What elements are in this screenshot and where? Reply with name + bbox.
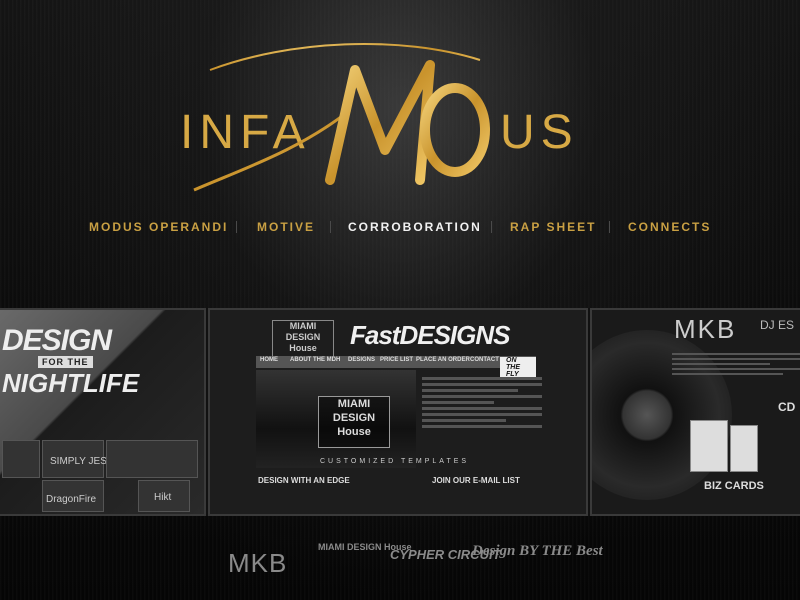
panel-title-line1: DESIGN xyxy=(2,324,112,357)
section-heading-right: JOIN OUR E-MAIL LIST xyxy=(432,476,520,485)
text-block xyxy=(672,350,800,378)
section-heading-left: DESIGN WITH AN EDGE xyxy=(258,476,350,485)
nav-separator xyxy=(491,221,492,233)
client-logo-mkb[interactable]: MKB xyxy=(228,548,287,579)
panel-title-tag: FOR THE xyxy=(38,356,93,368)
thumbnail xyxy=(106,440,198,478)
tile-label: DragonFire xyxy=(46,494,97,505)
nav-item-motive[interactable]: MOTIVE xyxy=(257,220,315,234)
hero-logo: MIAMI DESIGN House xyxy=(318,396,390,448)
nav-item-rap-sheet[interactable]: RAP SHEET xyxy=(510,220,596,234)
portfolio-item-fast-designs[interactable]: MIAMI DESIGN House FastDESIGNS HOME ABOU… xyxy=(208,308,588,516)
site-menu-item: DESIGNS xyxy=(348,357,376,363)
nav-item-modus-operandi[interactable]: MODUS OPERANDI xyxy=(89,220,228,234)
card-thumbnail xyxy=(730,425,758,472)
cd-label: CD xyxy=(778,400,796,414)
portfolio-item-nightlife[interactable]: DESIGN FOR THE NIGHTLIFE SIMPLY JESS Dra… xyxy=(0,308,206,516)
logo-text-right: US xyxy=(500,106,579,159)
nav-separator xyxy=(236,221,237,233)
site-menu-item: CONTACT xyxy=(470,357,499,363)
thumbnail xyxy=(2,440,40,478)
client-logo-design-by-the-best[interactable]: Design BY THE Best xyxy=(472,544,603,559)
mkb-logo: MKB xyxy=(674,314,737,344)
panel-title-line2: NIGHTLIFE xyxy=(2,368,140,398)
portfolio-item-mkb[interactable]: MKB DJ ES CD BIZ CARDS xyxy=(590,308,800,516)
tile-label: SIMPLY JESS xyxy=(50,456,114,467)
text-column xyxy=(422,374,542,468)
client-logo-miami-design-house[interactable]: MIAMI DESIGN House xyxy=(318,542,412,552)
nav-item-corroboration[interactable]: CORROBORATION xyxy=(348,220,482,234)
fast-designs-title: FastDESIGNS xyxy=(350,320,510,350)
client-logos: MKB MIAMI DESIGN House CYPHER CIRCUIT De… xyxy=(0,540,800,580)
main-nav: MODUS OPERANDI MOTIVE CORROBORATION RAP … xyxy=(0,220,800,240)
nav-separator xyxy=(609,221,610,233)
tile-label: Hikt xyxy=(154,492,172,503)
miami-design-house-logo: MIAMI DESIGN House xyxy=(272,320,334,358)
biz-cards-label: BIZ CARDS xyxy=(704,480,764,492)
dj-header-text: DJ ES xyxy=(760,318,795,332)
site-menu-item: HOME xyxy=(260,357,278,363)
site-menu-item: PLACE AN ORDER xyxy=(416,357,470,363)
nav-separator xyxy=(330,221,331,233)
site-menu-item: PRICE LIST xyxy=(380,357,414,363)
infamous-logo[interactable]: INFA US xyxy=(180,30,620,200)
nav-item-connects[interactable]: CONNECTS xyxy=(628,220,711,234)
card-thumbnail xyxy=(690,420,728,472)
site-menu-item: ABOUT THE MDH xyxy=(290,357,341,363)
portfolio-gallery: DESIGN FOR THE NIGHTLIFE SIMPLY JESS Dra… xyxy=(0,308,800,516)
site-menu-bar: HOME ABOUT THE MDH DESIGNS PRICE LIST PL… xyxy=(256,356,536,378)
